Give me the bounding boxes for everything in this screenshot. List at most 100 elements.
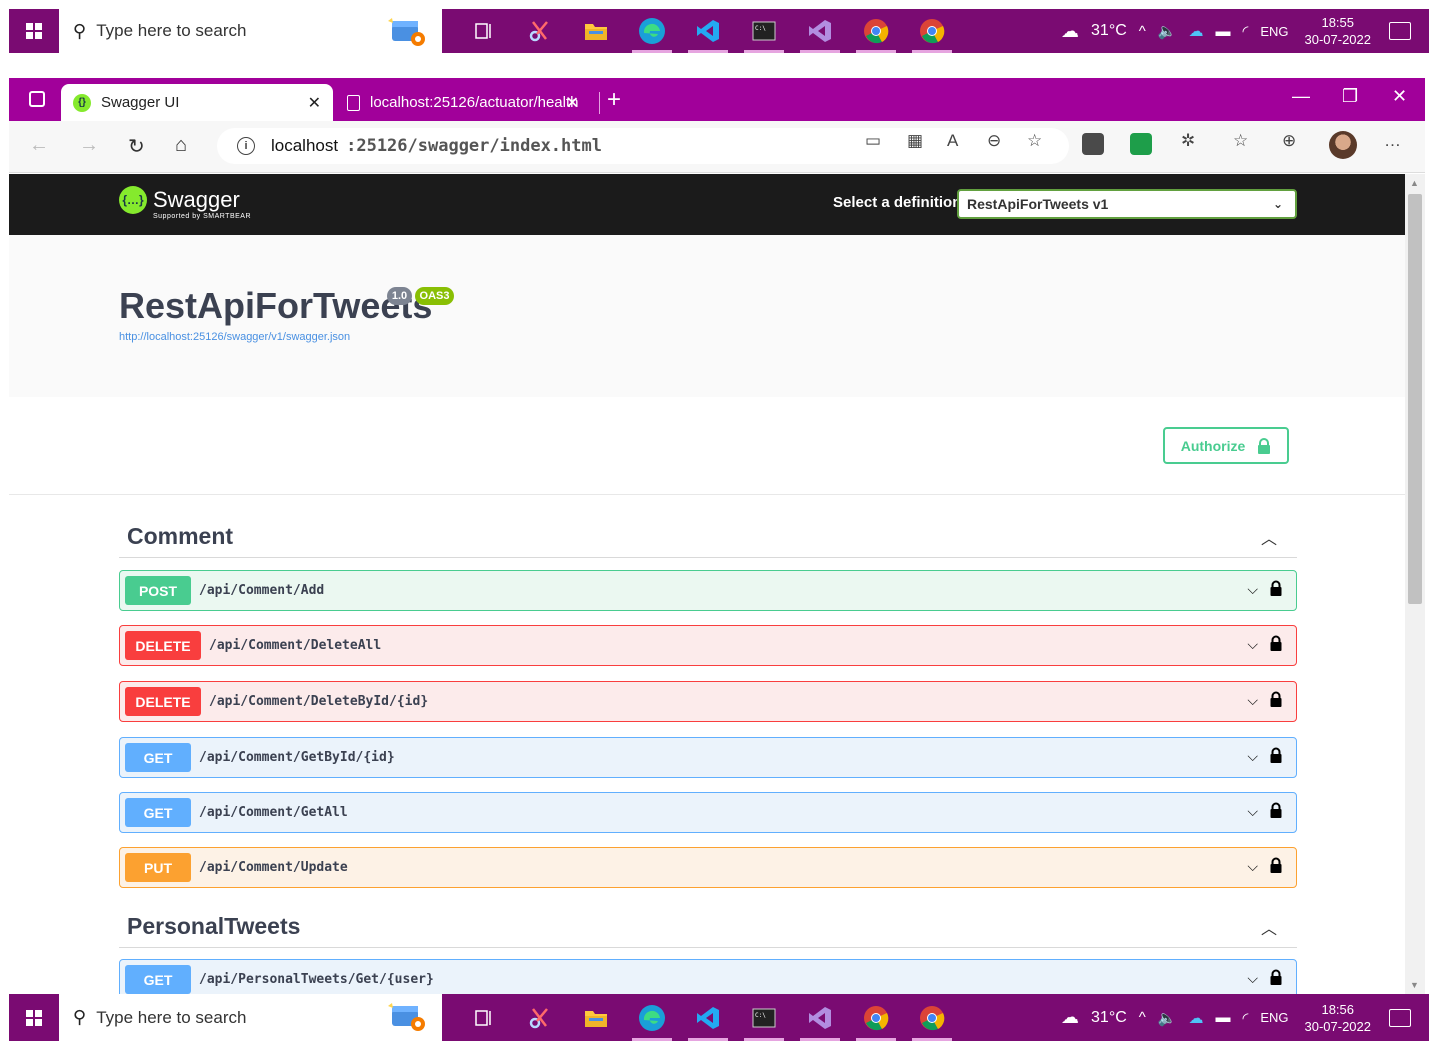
chrome-button-1[interactable] (848, 994, 904, 1041)
lock-icon[interactable] (1270, 857, 1282, 873)
chevron-up-icon[interactable]: ︿ (1261, 525, 1277, 549)
taskbar-search[interactable]: ⚲ Type here to search (59, 9, 442, 53)
read-aloud-icon[interactable]: A (947, 131, 958, 151)
clock[interactable]: 18:56 30-07-2022 (1305, 1001, 1372, 1035)
tab-actuator-health[interactable]: localhost:25126/actuator/health ✕ (335, 84, 591, 121)
terminal-button[interactable]: C:\ (736, 9, 792, 53)
more-menu-icon[interactable]: … (1384, 131, 1401, 151)
collections-icon[interactable]: ⊕ (1282, 131, 1296, 151)
cloud-weather-icon[interactable]: ☁ (1061, 21, 1079, 42)
chevron-up-icon[interactable]: ︿ (1261, 915, 1277, 939)
qr-code-icon[interactable]: ▦ (907, 131, 923, 151)
terminal-button[interactable]: C:\ (736, 994, 792, 1041)
speaker-icon[interactable]: 🔈 (1158, 1009, 1177, 1027)
swagger-logo[interactable]: {…} Swagger Supported by SMARTBEAR (119, 186, 251, 220)
language-indicator[interactable]: ENG (1260, 1010, 1288, 1025)
operation-row[interactable]: DELETE /api/Comment/DeleteById/{id} ⌵ (119, 681, 1297, 722)
extension-icon-2[interactable] (1130, 133, 1152, 155)
favorites-icon[interactable]: ☆ (1233, 131, 1248, 151)
file-explorer-button[interactable] (568, 994, 624, 1041)
close-icon[interactable]: ✕ (308, 93, 321, 113)
operation-row[interactable]: DELETE /api/Comment/DeleteAll ⌵ (119, 625, 1297, 666)
back-icon[interactable]: ← (29, 134, 49, 157)
start-button[interactable] (9, 994, 59, 1041)
file-explorer-button[interactable] (568, 9, 624, 53)
battery-icon[interactable]: ▬ (1216, 23, 1231, 40)
app-available-icon[interactable]: ▭ (865, 131, 881, 151)
language-indicator[interactable]: ENG (1260, 24, 1288, 39)
lock-icon[interactable] (1270, 580, 1282, 596)
chevron-down-icon[interactable]: ⌵ (1247, 581, 1258, 598)
operation-row[interactable]: GET /api/Comment/GetAll ⌵ (119, 792, 1297, 833)
chevron-down-icon[interactable]: ⌵ (1247, 692, 1258, 709)
visual-studio-button[interactable] (792, 9, 848, 53)
operation-row[interactable]: PUT /api/Comment/Update ⌵ (119, 847, 1297, 888)
new-tab-button[interactable]: + (607, 86, 621, 114)
tag-header-personaltweets[interactable]: PersonalTweets ︿ (119, 906, 1297, 948)
notification-icon[interactable] (1389, 1008, 1411, 1027)
restore-button[interactable]: ❐ (1342, 86, 1358, 107)
chrome-button-2[interactable] (904, 9, 960, 53)
onedrive-icon[interactable]: ☁ (1189, 1009, 1204, 1027)
clock[interactable]: 18:55 30-07-2022 (1305, 14, 1372, 48)
visual-studio-button[interactable] (792, 994, 848, 1041)
task-view-button[interactable] (456, 994, 512, 1041)
vscode-button[interactable] (680, 9, 736, 53)
scrollbar-thumb[interactable] (1408, 194, 1422, 604)
wifi-icon[interactable]: ◜ (1243, 1009, 1249, 1027)
edge-button[interactable] (624, 9, 680, 53)
tab-actions-icon[interactable] (29, 91, 45, 107)
lock-icon[interactable] (1270, 969, 1282, 985)
definition-select[interactable]: RestApiForTweets v1 ⌄ (957, 189, 1297, 219)
extension-icon-1[interactable] (1082, 133, 1104, 155)
wifi-icon[interactable]: ◜ (1243, 22, 1249, 40)
close-window-button[interactable]: ✕ (1392, 86, 1407, 107)
scroll-down-icon[interactable]: ▼ (1410, 980, 1419, 990)
snipping-tool-button[interactable] (512, 994, 568, 1041)
avatar[interactable] (1329, 131, 1357, 159)
taskbar-search[interactable]: ⚲ Type here to search (59, 994, 442, 1041)
start-button[interactable] (9, 9, 59, 53)
chrome-button-1[interactable] (848, 9, 904, 53)
lock-icon[interactable] (1270, 635, 1282, 651)
operation-row[interactable]: POST /api/Comment/Add ⌵ (119, 570, 1297, 611)
home-icon[interactable]: ⌂ (175, 134, 187, 157)
weather-widget-icon[interactable] (384, 1002, 426, 1032)
authorize-button[interactable]: Authorize (1163, 427, 1289, 464)
scroll-up-icon[interactable]: ▲ (1410, 178, 1419, 188)
site-info-icon[interactable]: i (237, 137, 255, 155)
tag-header-comment[interactable]: Comment ︿ (119, 516, 1297, 558)
edge-button[interactable] (624, 994, 680, 1041)
page-scrollbar[interactable]: ▲ ▼ (1405, 174, 1425, 994)
close-icon[interactable]: ✕ (566, 93, 579, 113)
tab-swagger-ui[interactable]: {} Swagger UI ✕ (61, 84, 333, 121)
operation-row[interactable]: GET /api/PersonalTweets/Get/{user} ⌵ (119, 959, 1297, 994)
chrome-button-2[interactable] (904, 994, 960, 1041)
weather-widget-icon[interactable] (384, 17, 426, 47)
minimize-button[interactable]: — (1292, 86, 1310, 107)
lock-icon[interactable] (1270, 747, 1282, 763)
chevron-down-icon[interactable]: ⌵ (1247, 803, 1258, 820)
chevron-up-icon[interactable]: ^ (1139, 23, 1146, 40)
extensions-icon[interactable]: ✲ (1181, 131, 1195, 151)
battery-icon[interactable]: ▬ (1216, 1009, 1231, 1026)
chevron-down-icon[interactable]: ⌵ (1247, 636, 1258, 653)
chevron-down-icon[interactable]: ⌵ (1247, 748, 1258, 765)
lock-icon[interactable] (1270, 691, 1282, 707)
spec-link[interactable]: http://localhost:25126/swagger/v1/swagge… (119, 331, 350, 343)
url-input[interactable]: i localhost:25126/swagger/index.html (217, 128, 1069, 164)
snipping-tool-button[interactable] (512, 9, 568, 53)
zoom-icon[interactable]: ⊖ (987, 131, 1001, 151)
add-favorite-icon[interactable]: ☆ (1027, 131, 1042, 151)
onedrive-icon[interactable]: ☁ (1189, 22, 1204, 40)
notification-icon[interactable] (1389, 22, 1411, 40)
lock-icon[interactable] (1270, 802, 1282, 818)
task-view-button[interactable] (456, 9, 512, 53)
chevron-down-icon[interactable]: ⌵ (1247, 970, 1258, 987)
operation-row[interactable]: GET /api/Comment/GetById/{id} ⌵ (119, 737, 1297, 778)
vscode-button[interactable] (680, 994, 736, 1041)
chevron-up-icon[interactable]: ^ (1139, 1009, 1146, 1026)
chevron-down-icon[interactable]: ⌵ (1247, 858, 1258, 875)
refresh-icon[interactable]: ↻ (128, 134, 145, 159)
forward-icon[interactable]: → (79, 134, 99, 157)
